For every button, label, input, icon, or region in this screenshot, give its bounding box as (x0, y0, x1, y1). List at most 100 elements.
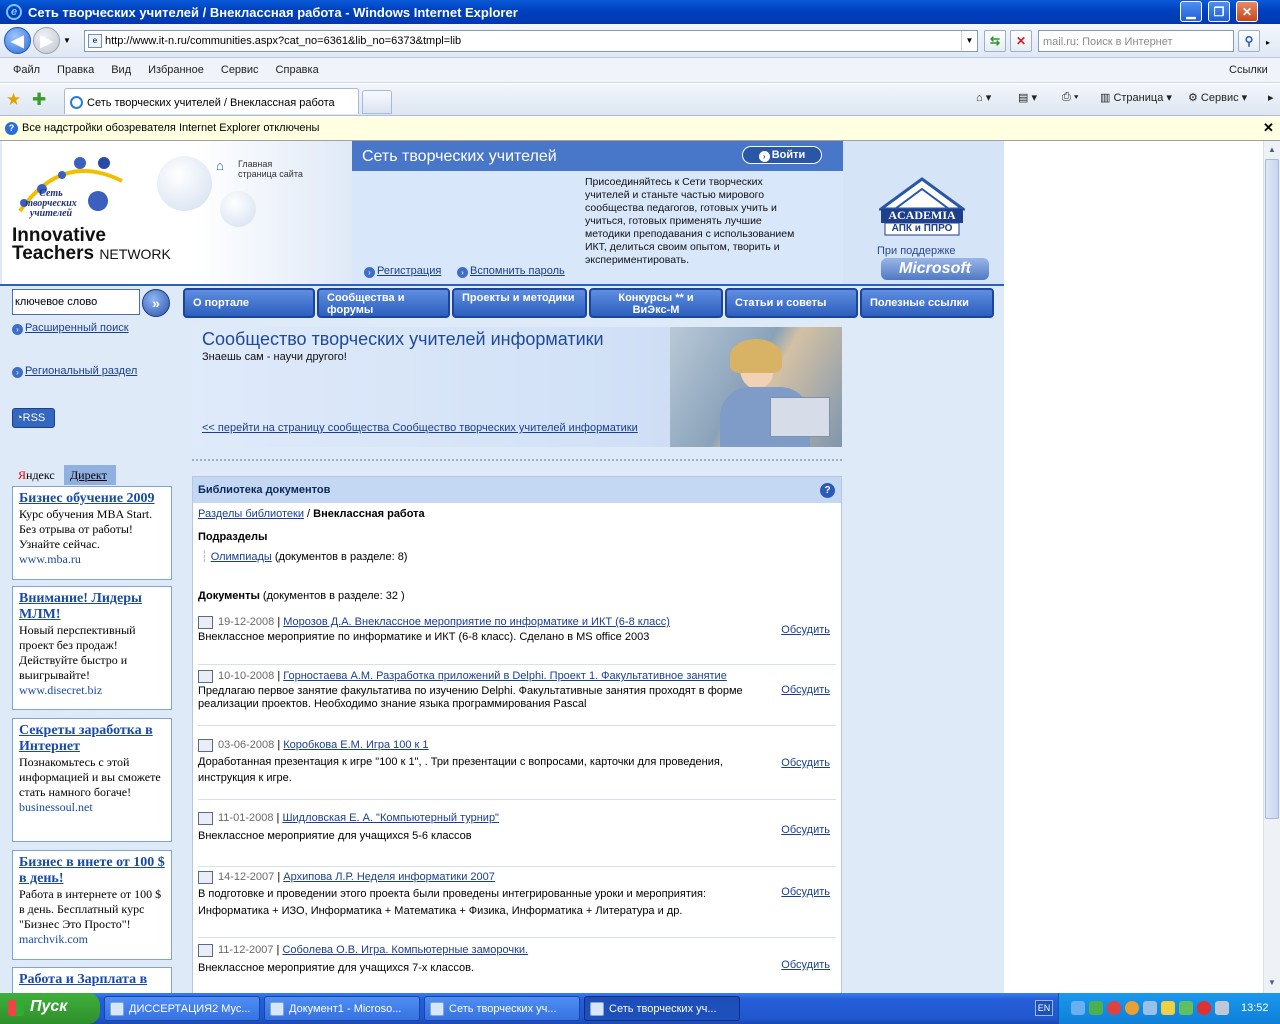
yandex-tab[interactable]: Яндекс (12, 465, 62, 485)
menu-file[interactable]: Файл (9, 64, 44, 76)
nav-contests[interactable]: Конкурсы ** и ВиЭкс-М (589, 288, 723, 318)
home-icon[interactable]: ⌂ ▾ (976, 91, 991, 104)
login-button[interactable]: › Войти (742, 146, 822, 164)
doc-title-link[interactable]: Шидловская Е. А. "Компьютерный турнир" (282, 812, 499, 824)
menu-help[interactable]: Справка (272, 64, 323, 76)
close-button[interactable]: ✕ (1236, 1, 1258, 22)
ad-url[interactable]: www.disecret.biz (19, 683, 165, 698)
ad-title[interactable]: Работа и Зарплата в (19, 972, 165, 988)
scroll-thumb[interactable] (1265, 159, 1279, 819)
ad-url[interactable]: www.mba.ru (19, 552, 165, 567)
ad-title[interactable]: Внимание! Лидеры МЛМ! (19, 591, 165, 623)
doc-title-link[interactable]: Соболева О.В. Игра. Компьютерные замороч… (282, 944, 528, 956)
tools-menu[interactable]: ⚙ Сервис ▾ (1188, 91, 1247, 105)
vertical-scrollbar[interactable]: ▲ ▼ (1263, 141, 1280, 993)
nav-articles[interactable]: Статьи и советы (725, 288, 858, 318)
doc-title-link[interactable]: Архипова Л.Р. Неделя информатики 2007 (283, 871, 495, 883)
toolbar-more-icon[interactable]: ▸ (1268, 91, 1274, 104)
keyword-search-input[interactable]: ключевое слово (12, 289, 140, 315)
ad-block[interactable]: Бизнес в инете от 100 $ в день! Работа в… (12, 850, 172, 960)
ad-title[interactable]: Секреты заработка в Интернет (19, 723, 165, 755)
tray-app-icon[interactable] (1089, 1001, 1103, 1015)
opera-icon[interactable] (1107, 1001, 1121, 1015)
scroll-down-icon[interactable]: ▼ (1265, 975, 1279, 991)
nav-projects[interactable]: Проекты и методики (452, 288, 587, 318)
antivirus-icon[interactable] (1197, 1001, 1211, 1015)
remind-password-link[interactable]: › Вспомнить пароль (457, 265, 565, 278)
regional-link[interactable]: › Региональный раздел (12, 365, 137, 378)
tab-active[interactable]: Сеть творческих учителей / Внеклассная р… (64, 88, 359, 114)
discuss-link[interactable]: Обсудить (781, 684, 830, 696)
rss-button[interactable]: ◔RSS (12, 408, 55, 428)
doc-title-link[interactable]: Горностаева А.М. Разработка приложений в… (283, 670, 727, 682)
ad-title[interactable]: Бизнес в инете от 100 $ в день! (19, 855, 165, 887)
tray-app-icon[interactable] (1179, 1001, 1193, 1015)
new-tab-button[interactable] (362, 90, 392, 114)
page-menu[interactable]: ▥ Страница ▾ (1100, 91, 1172, 105)
discuss-link[interactable]: Обсудить (781, 886, 830, 898)
volume-icon[interactable] (1143, 1001, 1157, 1015)
discuss-link[interactable]: Обсудить (781, 959, 830, 971)
menu-favorites[interactable]: Избранное (144, 64, 208, 76)
info-bar[interactable]: ? Все надстройки обозревателя Internet E… (0, 117, 1280, 141)
search-input[interactable]: mail.ru: Поиск в Интернет (1038, 30, 1234, 52)
doc-title-link[interactable]: Коробкова Е.М. Игра 100 к 1 (283, 739, 428, 751)
language-indicator[interactable]: EN (1035, 1000, 1053, 1016)
breadcrumb-sections-link[interactable]: Разделы библиотеки (198, 508, 304, 520)
add-favorite-icon[interactable]: ✚ (32, 90, 46, 110)
start-button[interactable]: Пуск (0, 993, 100, 1024)
address-dropdown-icon[interactable]: ▼ (961, 31, 977, 51)
ad-block[interactable]: Секреты заработка в Интернет Познакомьте… (12, 718, 172, 842)
ad-title[interactable]: Бизнес обучение 2009 (19, 491, 165, 507)
stop-button[interactable]: ✕ (1010, 30, 1032, 52)
tray-app-icon[interactable] (1161, 1001, 1175, 1015)
print-icon[interactable]: ⎙ ▾ (1062, 91, 1078, 104)
ad-block[interactable]: Бизнес обучение 2009 Курс обучения MBA S… (12, 486, 172, 580)
clock[interactable]: 13:52 (1241, 1002, 1269, 1014)
discuss-link[interactable]: Обсудить (781, 757, 830, 769)
nav-communities[interactable]: Сообщества и форумы (317, 288, 450, 318)
taskbar-item[interactable]: Документ1 - Microso... (264, 996, 420, 1021)
search-options-icon[interactable]: ▸ (1266, 38, 1270, 47)
info-bar-close-icon[interactable]: ✕ (1263, 120, 1274, 136)
address-input[interactable]: e http://www.it-n.ru/communities.aspx?ca… (84, 30, 978, 52)
decor-bubble (157, 156, 212, 211)
community-page-link[interactable]: << перейти на страницу сообщества Сообще… (202, 422, 638, 434)
ad-block[interactable]: Работа и Зарплата в (12, 967, 172, 993)
subsection-olympiads-link[interactable]: Олимпиады (211, 551, 272, 563)
search-go-button[interactable]: » (142, 289, 170, 317)
taskbar-item[interactable]: ДИССЕРТАЦИЯ2 Mус... (104, 996, 260, 1021)
home-link[interactable]: ⌂ Главная страница сайта (216, 159, 303, 179)
minimize-button[interactable]: ▁ (1180, 1, 1202, 22)
favorites-star-icon[interactable]: ★ (6, 90, 21, 110)
links-label[interactable]: Ссылки (1225, 64, 1272, 76)
direct-tab[interactable]: Директ (64, 465, 116, 485)
taskbar-item[interactable]: Сеть творческих уч... (424, 996, 580, 1021)
tray-app-icon[interactable] (1215, 1001, 1229, 1015)
scroll-up-icon[interactable]: ▲ (1265, 142, 1279, 158)
register-link[interactable]: › Регистрация (364, 265, 441, 278)
ad-block[interactable]: Внимание! Лидеры МЛМ! Новый перспективны… (12, 586, 172, 710)
network-icon[interactable] (1071, 1001, 1085, 1015)
advanced-search-link[interactable]: › Расширенный поиск (12, 322, 129, 335)
menu-tools[interactable]: Сервис (217, 64, 263, 76)
help-icon[interactable]: ? (820, 483, 835, 498)
history-dropdown-icon[interactable]: ▼ (63, 36, 71, 45)
taskbar-item-active[interactable]: Сеть творческих уч... (584, 996, 740, 1021)
back-button[interactable]: ◀ (4, 27, 31, 54)
nav-about[interactable]: О портале (183, 288, 315, 318)
feeds-icon[interactable]: ▤ ▾ (1018, 91, 1037, 104)
discuss-link[interactable]: Обсудить (781, 824, 830, 836)
ad-url[interactable]: businessoul.net (19, 800, 165, 815)
forward-button[interactable]: ▶ (33, 27, 60, 54)
ad-url[interactable]: marchvik.com (19, 932, 165, 947)
doc-title-link[interactable]: Морозов Д.А. Внеклассное мероприятие по … (283, 616, 670, 628)
menu-view[interactable]: Вид (107, 64, 135, 76)
tray-app-icon[interactable] (1125, 1001, 1139, 1015)
menu-edit[interactable]: Правка (53, 64, 98, 76)
nav-links[interactable]: Полезные ссылки (860, 288, 994, 318)
search-icon[interactable]: ⚲ (1238, 30, 1260, 52)
discuss-link[interactable]: Обсудить (781, 624, 830, 636)
refresh-button[interactable]: ⇆ (984, 30, 1006, 52)
maximize-button[interactable]: ❐ (1208, 1, 1230, 22)
